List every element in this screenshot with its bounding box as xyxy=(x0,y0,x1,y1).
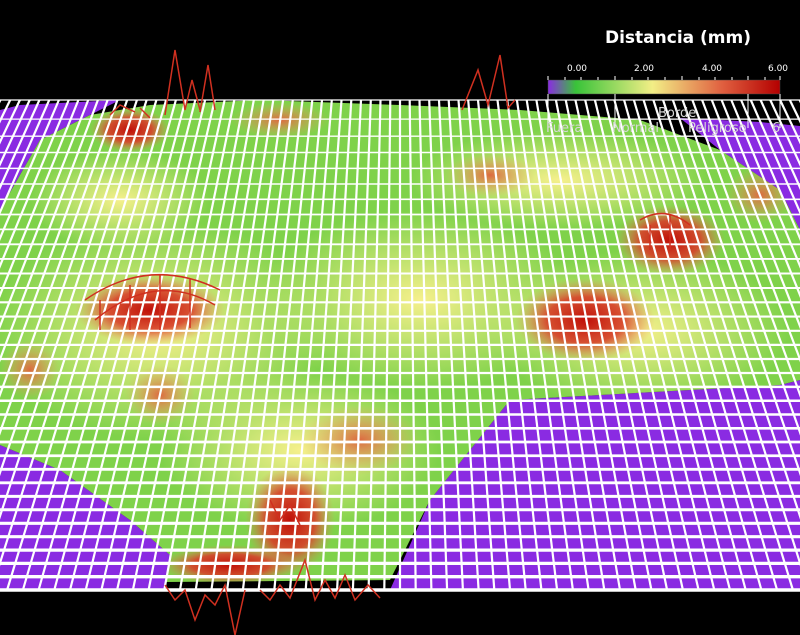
legend-category: Borde xyxy=(658,106,697,121)
legend-category: Fuera xyxy=(546,121,583,136)
legend-category: Peligroso xyxy=(688,121,747,136)
legend-tick: 4.00 xyxy=(701,64,723,74)
legend-category: 6 xyxy=(772,121,781,136)
legend-category: Normal xyxy=(612,121,660,136)
legend-tick: 2.00 xyxy=(633,64,655,74)
legend-tick: 0.00 xyxy=(566,64,588,74)
color-legend: Distancia (mm) 0.00 2.00 4.00 6.00 Fuera… xyxy=(540,26,800,146)
legend-tick: 6.00 xyxy=(767,64,789,74)
legend-title: Distancia (mm) xyxy=(604,28,752,48)
